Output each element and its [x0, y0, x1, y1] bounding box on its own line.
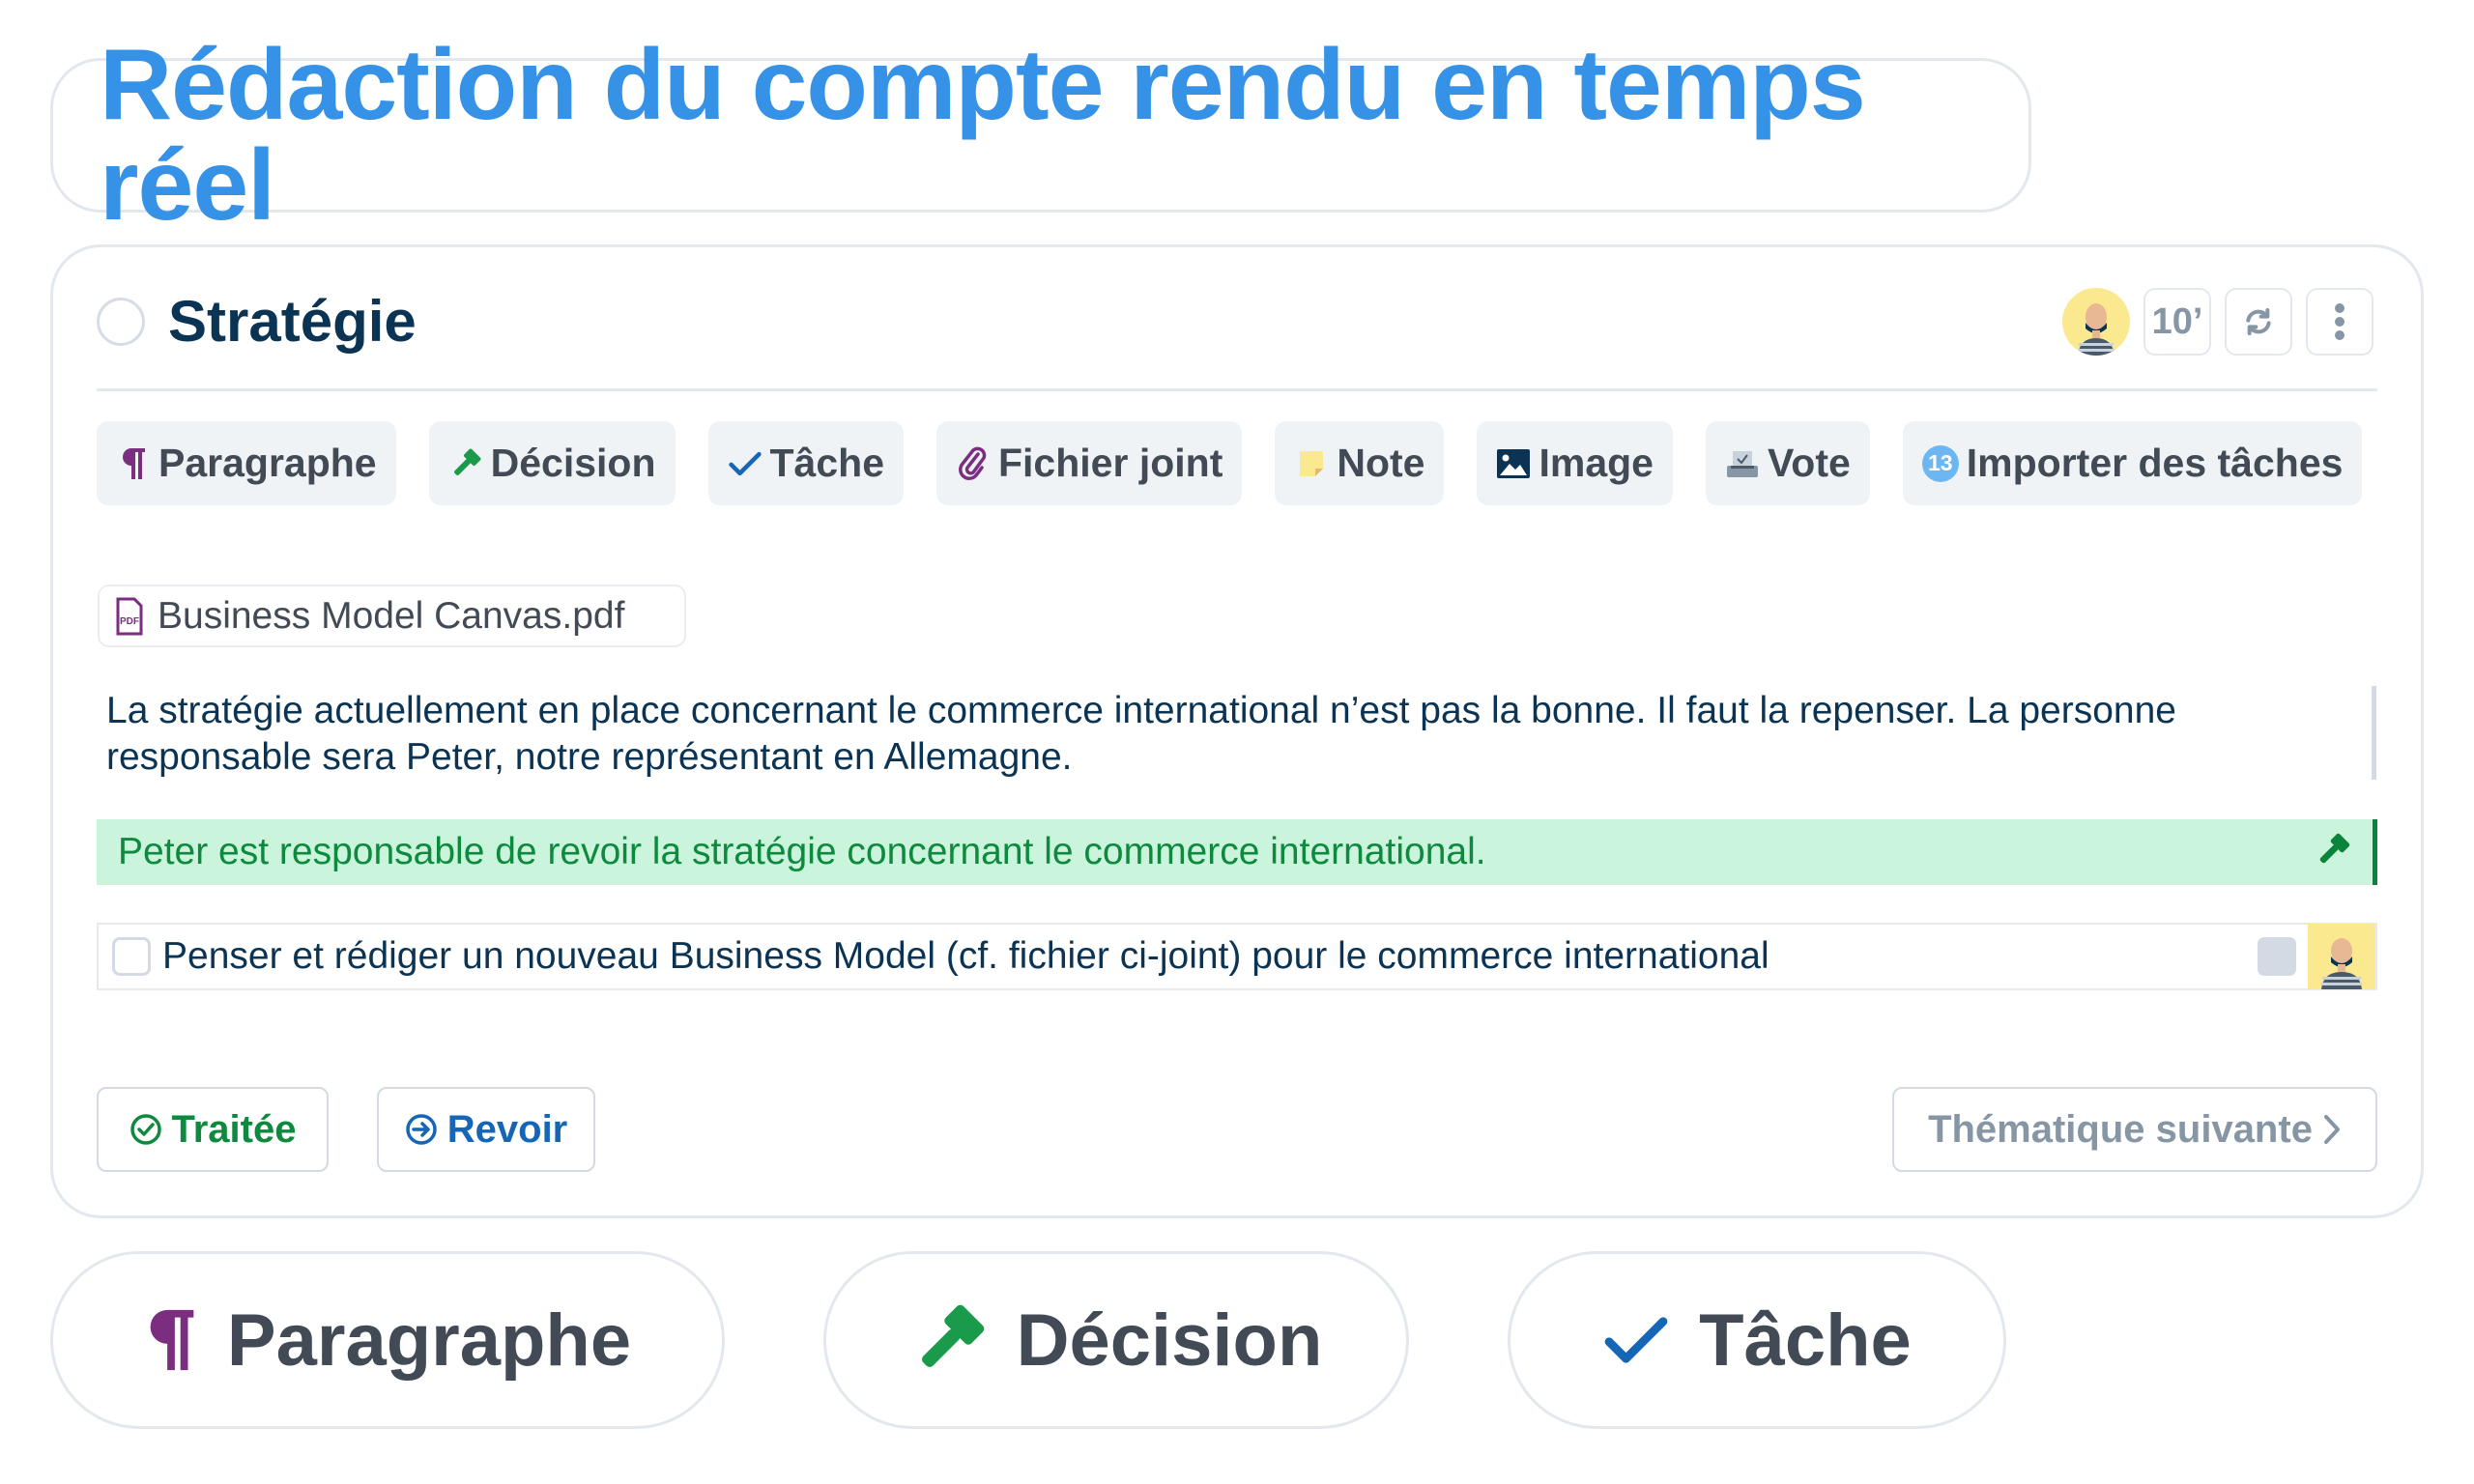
paragraph-edit-indicator: [2372, 686, 2376, 780]
gavel-icon: [2315, 832, 2351, 873]
mark-done-button[interactable]: Traitée: [97, 1087, 329, 1172]
refresh-button[interactable]: [2225, 288, 2292, 356]
task-checkbox[interactable]: [112, 937, 151, 976]
pill-label: Tâche: [1699, 1298, 1912, 1382]
avatar-icon: [2078, 303, 2114, 356]
pill-label: Décision: [1016, 1298, 1323, 1382]
ballot-box-icon: [1725, 444, 1760, 483]
header-divider: [97, 388, 2377, 391]
toolbar-paragraph-button[interactable]: Paragraphe: [97, 421, 396, 505]
toolbar-item-label: Importer des tâches: [1966, 441, 2344, 485]
topic-title: Stratégie: [168, 289, 417, 354]
task-status-button[interactable]: [2258, 937, 2296, 976]
next-topic-button[interactable]: Thématique suivante: [1892, 1087, 2377, 1172]
task-text[interactable]: Penser et rédiger un nouveau Business Mo…: [162, 935, 2258, 978]
attachment-chip[interactable]: PDF Business Model Canvas.pdf: [98, 585, 686, 647]
review-label: Revoir: [446, 1107, 568, 1151]
toolbar-item-label: Fichier joint: [998, 441, 1223, 485]
gavel-icon: [448, 444, 483, 483]
toolbar-item-label: Tâche: [769, 441, 885, 485]
refresh-icon: [2246, 308, 2271, 335]
toolbar-image-button[interactable]: Image: [1477, 421, 1673, 505]
check-icon: [1604, 1317, 1668, 1363]
check-circle-icon: [129, 1114, 161, 1145]
svg-text:PDF: PDF: [120, 616, 139, 627]
chevron-right-icon: [2323, 1115, 2340, 1144]
review-button[interactable]: Revoir: [377, 1087, 595, 1172]
toolbar-item-label: Paragraphe: [158, 441, 377, 485]
next-topic-label: Thématique suivante: [1928, 1107, 2313, 1151]
paragraph-block[interactable]: La stratégie actuellement en place conce…: [106, 688, 2271, 781]
page-title: Rédaction du compte rendu en temps réel: [100, 29, 1866, 242]
pdf-file-icon: PDF: [116, 597, 143, 635]
insert-toolbar: Paragraphe Décision Tâche Fichier joint …: [97, 421, 2363, 505]
decision-block[interactable]: Peter est responsable de revoir la strat…: [97, 819, 2377, 885]
pill-label: Paragraphe: [226, 1298, 632, 1382]
paragraph-icon: [116, 444, 151, 483]
toolbar-item-label: Vote: [1767, 441, 1851, 485]
toolbar-task-button[interactable]: Tâche: [707, 421, 904, 505]
page-title-box: Rédaction du compte rendu en temps réel: [50, 35, 2031, 236]
avatar-icon: [2321, 938, 2362, 989]
toolbar-item-label: Note: [1337, 441, 1425, 485]
decision-text: Peter est responsable de revoir la strat…: [118, 831, 1486, 872]
import-badge-icon: 13: [1921, 444, 1959, 482]
toolbar-import-tasks-button[interactable]: 13 Importer des tâches: [1902, 421, 2363, 505]
task-assignee-avatar[interactable]: [2308, 924, 2375, 989]
image-icon: [1496, 444, 1531, 483]
check-icon: [728, 444, 762, 483]
toolbar-item-label: Décision: [490, 441, 656, 485]
toolbar-note-button[interactable]: Note: [1275, 421, 1445, 505]
arrow-circle-right-icon: [406, 1114, 437, 1145]
paragraph-icon: [150, 1309, 194, 1371]
attachment-filename: Business Model Canvas.pdf: [158, 594, 625, 637]
more-options-button[interactable]: [2306, 288, 2373, 356]
topic-header-actions: 10’: [2062, 288, 2373, 356]
avatar[interactable]: [2062, 288, 2130, 356]
topic-status-radio[interactable]: [97, 298, 145, 346]
pill-decision: Décision: [823, 1251, 1409, 1429]
pill-paragraph: Paragraphe: [50, 1251, 725, 1429]
gavel-icon: [921, 1304, 984, 1367]
mark-done-label: Traitée: [171, 1107, 297, 1151]
toolbar-item-label: Image: [1539, 441, 1654, 485]
toolbar-vote-button[interactable]: Vote: [1705, 421, 1870, 505]
sticky-note-icon: [1294, 444, 1329, 483]
toolbar-attachment-button[interactable]: Fichier joint: [936, 421, 1243, 505]
pill-task: Tâche: [1508, 1251, 2006, 1429]
toolbar-decision-button[interactable]: Décision: [428, 421, 676, 505]
more-vertical-icon: [2335, 303, 2345, 340]
paperclip-icon: [956, 444, 991, 483]
duration-badge[interactable]: 10’: [2143, 288, 2211, 356]
task-row: Penser et rédiger un nouveau Business Mo…: [97, 923, 2377, 990]
